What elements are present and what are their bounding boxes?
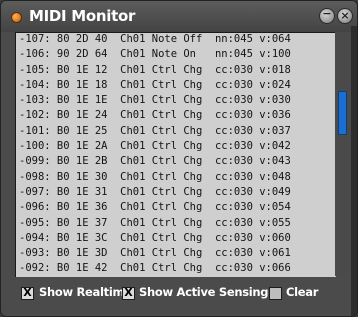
log-line: -099: B0 1E 2B Ch01 Ctrl Chg cc:030 v:04… <box>19 155 291 168</box>
log-line: -106: 90 2D 64 Ch01 Note On nn:045 v:100 <box>19 48 291 61</box>
log-line: -103: B0 1E 1E Ch01 Ctrl Chg cc:030 v:03… <box>19 94 291 107</box>
log-line: -098: B0 1E 30 Ch01 Ctrl Chg cc:030 v:04… <box>19 170 291 183</box>
show-realtime-checkbox[interactable]: X <box>21 286 34 300</box>
window-title: MIDI Monitor <box>29 7 136 25</box>
log-line: -104: B0 1E 18 Ch01 Ctrl Chg cc:030 v:02… <box>19 78 291 91</box>
log-line: -101: B0 1E 25 Ch01 Ctrl Chg cc:030 v:03… <box>19 124 291 137</box>
show-active-sensing-checkbox[interactable]: X <box>122 286 135 300</box>
clear-button[interactable] <box>269 287 282 300</box>
midi-log[interactable]: -107: 80 2D 40 Ch01 Note Off nn:045 v:06… <box>15 32 336 277</box>
log-line: -097: B0 1E 31 Ch01 Ctrl Chg cc:030 v:04… <box>19 185 291 198</box>
log-line: -093: B0 1E 3D Ch01 Ctrl Chg cc:030 v:06… <box>19 247 291 260</box>
show-active-sensing-label: Show Active Sensing <box>139 285 269 299</box>
log-line: -102: B0 1E 24 Ch01 Ctrl Chg cc:030 v:03… <box>19 109 291 122</box>
close-button[interactable]: × <box>337 8 353 24</box>
log-list: -107: 80 2D 40 Ch01 Note Off nn:045 v:06… <box>19 33 291 277</box>
minimize-icon: − <box>322 7 332 20</box>
log-line: -092: B0 1E 42 Ch01 Ctrl Chg cc:030 v:06… <box>19 262 291 275</box>
title-bar[interactable]: MIDI Monitor − × <box>1 1 357 32</box>
midi-monitor-window: MIDI Monitor − × -107: 80 2D 40 Ch01 Not… <box>0 0 358 317</box>
scrollbar-thumb[interactable] <box>338 91 347 135</box>
close-icon: × <box>340 9 350 22</box>
log-line: -107: 80 2D 40 Ch01 Note Off nn:045 v:06… <box>19 33 291 45</box>
log-line: -094: B0 1E 3C Ch01 Ctrl Chg cc:030 v:06… <box>19 231 291 244</box>
clear-label: Clear <box>286 285 319 299</box>
checkbox-x-icon: X <box>23 286 32 299</box>
orange-dot-icon <box>11 12 22 23</box>
show-realtime-label: Show Realtime <box>39 285 132 299</box>
log-line: -095: B0 1E 37 Ch01 Ctrl Chg cc:030 v:05… <box>19 216 291 229</box>
log-line: -100: B0 1E 2A Ch01 Ctrl Chg cc:030 v:04… <box>19 140 291 153</box>
checkbox-x-icon: X <box>124 286 133 299</box>
scrollbar-track[interactable] <box>335 32 349 276</box>
log-line: -105: B0 1E 12 Ch01 Ctrl Chg cc:030 v:01… <box>19 63 291 76</box>
window-edge <box>351 26 357 316</box>
log-line: -096: B0 1E 36 Ch01 Ctrl Chg cc:030 v:05… <box>19 201 291 214</box>
minimize-button[interactable]: − <box>319 7 335 24</box>
